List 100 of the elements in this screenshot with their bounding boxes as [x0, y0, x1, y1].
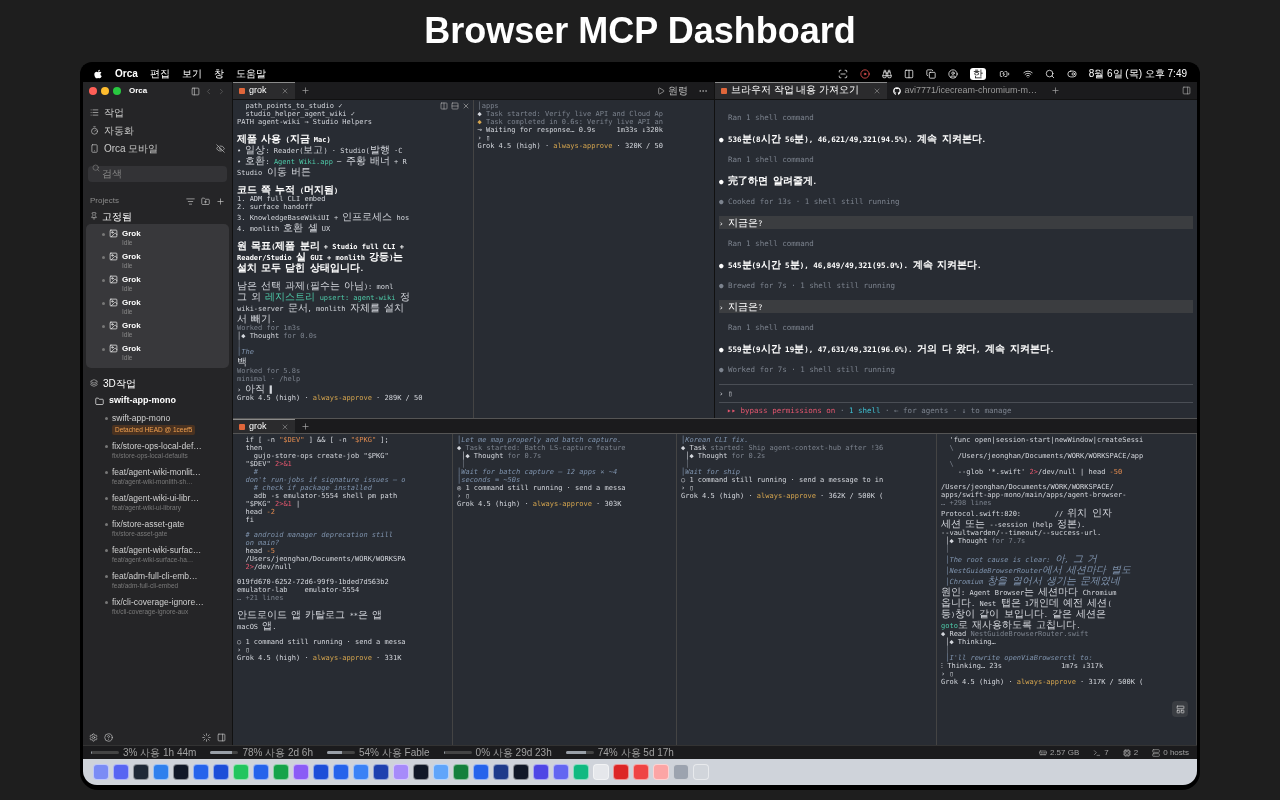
- menu-app-name[interactable]: Orca: [115, 66, 138, 81]
- section-label: Projects: [90, 195, 120, 207]
- resource-indicator[interactable]: 2.57 GB: [1038, 748, 1080, 757]
- layout-button[interactable]: [1172, 701, 1188, 717]
- control-center-icon[interactable]: [1066, 68, 1077, 79]
- dock-app-icon[interactable]: [413, 764, 429, 780]
- app-icon: [721, 88, 727, 94]
- filter-icon[interactable]: [186, 196, 195, 206]
- pin-icon: [90, 212, 98, 220]
- app-icon: [239, 423, 245, 430]
- github-icon: [892, 86, 901, 95]
- sidebar-nav-item[interactable]: 자동화: [88, 122, 227, 138]
- resource-indicator[interactable]: 0 hosts: [1152, 748, 1189, 757]
- usage-label: 54% 사용 Fable: [359, 747, 430, 758]
- menu-clock[interactable]: 8월 6일 (목) 오후 7:49: [1088, 66, 1187, 81]
- repo-item[interactable]: swift-app-mono: [83, 392, 232, 410]
- split-vertical-icon[interactable]: [450, 102, 459, 110]
- search-icon: [92, 164, 100, 172]
- folder-plus-icon[interactable]: [201, 196, 210, 206]
- usage-label: 78% 사용 2d 6h: [242, 747, 313, 758]
- terminal-icon: [1093, 748, 1102, 757]
- image-icon: [109, 344, 118, 353]
- user-icon[interactable]: [947, 68, 958, 79]
- terminal-line: 백: [237, 356, 247, 367]
- group-label: 고정됨: [102, 209, 132, 224]
- dock-app-icon[interactable]: [133, 764, 149, 780]
- wifi-icon[interactable]: [1022, 68, 1033, 79]
- new-tab-icon[interactable]: [1051, 86, 1061, 95]
- dock-app-icon[interactable]: [373, 764, 389, 780]
- resource-indicator[interactable]: 7: [1093, 748, 1109, 757]
- spinner-icon[interactable]: [202, 732, 211, 742]
- panel-icon[interactable]: [217, 732, 226, 742]
- sidebar-toggle-icon[interactable]: [191, 86, 200, 96]
- app-name: Orca: [129, 85, 148, 97]
- image-icon: [109, 321, 118, 330]
- usage-meter: [327, 751, 355, 754]
- columns-icon[interactable]: [903, 68, 914, 79]
- run-button[interactable]: 원령: [653, 83, 692, 98]
- sidebar-nav-item[interactable]: 작업: [88, 104, 227, 120]
- tab[interactable]: 브라우저 작업 내용 가져오기: [715, 82, 887, 99]
- windows-icon[interactable]: [925, 68, 936, 79]
- image-icon: [109, 298, 118, 307]
- close-icon[interactable]: [461, 102, 470, 110]
- window-close-button[interactable]: [89, 87, 97, 95]
- eye-off-icon[interactable]: [216, 143, 225, 153]
- dock-app-icon[interactable]: [493, 764, 509, 780]
- group-label: 3D작업: [103, 376, 136, 391]
- close-icon[interactable]: [872, 87, 881, 95]
- help-icon[interactable]: [104, 732, 113, 742]
- phone-icon: [90, 143, 99, 153]
- layers-icon: [90, 379, 98, 387]
- server-icon: [1152, 748, 1161, 757]
- tab[interactable]: avi7771/icecream-chromium-m…: [886, 82, 1044, 99]
- window-zoom-button[interactable]: [113, 87, 121, 95]
- timer-icon: [90, 125, 99, 135]
- tab[interactable]: grok: [233, 419, 295, 433]
- resource-indicator[interactable]: 2: [1122, 748, 1139, 757]
- usage-meter: [443, 751, 472, 754]
- usage-label: 74% 사용 5d 17h: [597, 747, 674, 758]
- usage-meter: [565, 751, 594, 754]
- close-icon[interactable]: [280, 87, 289, 95]
- image-icon: [109, 275, 118, 284]
- apple-logo-icon[interactable]: [93, 68, 103, 79]
- list-icon: [90, 107, 99, 117]
- memory-icon: [1038, 748, 1047, 757]
- layout-icon: [1175, 704, 1185, 714]
- usage-meter: [210, 751, 239, 754]
- binoculars-icon[interactable]: [881, 68, 892, 79]
- cpu-icon: [1122, 748, 1131, 757]
- dock-app-icon[interactable]: [173, 764, 189, 780]
- battery-icon[interactable]: [997, 68, 1011, 79]
- add-icon[interactable]: [216, 196, 225, 206]
- folder-icon: [95, 396, 104, 406]
- search-icon[interactable]: [1044, 68, 1055, 79]
- menu-item[interactable]: 보기: [181, 66, 202, 81]
- close-icon[interactable]: [280, 422, 289, 431]
- image-icon: [109, 252, 118, 261]
- window-minimize-button[interactable]: [101, 87, 109, 95]
- scan-icon[interactable]: [837, 68, 848, 79]
- usage-meter: [91, 751, 119, 754]
- sidebar-nav-item[interactable]: Orca 모바일: [88, 140, 227, 156]
- usage-label: 3% 사용 1h 44m: [123, 747, 197, 758]
- tab[interactable]: grok: [233, 82, 295, 99]
- input-source-indicator[interactable]: 한: [969, 67, 986, 80]
- menu-item[interactable]: 편집: [149, 66, 170, 81]
- usage-label: 0% 사용 29d 23h: [475, 747, 552, 758]
- menu-item[interactable]: 도움말: [235, 66, 266, 81]
- image-icon: [109, 229, 118, 238]
- play-icon: [657, 86, 665, 95]
- split-horizontal-icon[interactable]: [439, 102, 448, 110]
- record-icon[interactable]: [859, 68, 870, 79]
- search-field[interactable]: 검색: [88, 165, 227, 182]
- menu-item[interactable]: 창: [213, 66, 224, 81]
- new-tab-icon[interactable]: [300, 86, 310, 95]
- new-tab-icon[interactable]: [300, 421, 310, 431]
- page-title: Browser MCP Dashboard: [424, 9, 856, 53]
- settings-icon[interactable]: [89, 732, 98, 742]
- dock-app-icon[interactable]: [513, 764, 529, 780]
- app-icon: [239, 88, 245, 94]
- panel-toggle-icon[interactable]: [1182, 86, 1191, 95]
